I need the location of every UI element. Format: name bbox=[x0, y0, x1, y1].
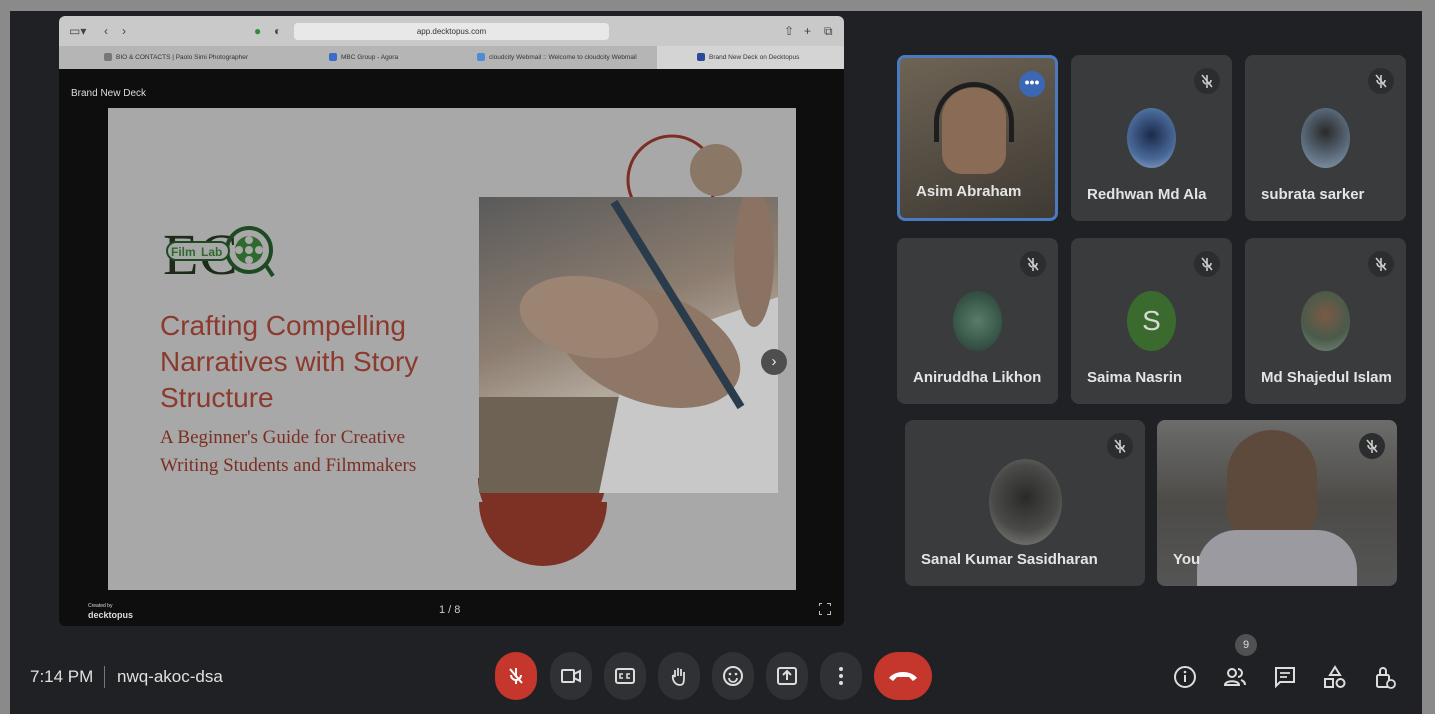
participant-tile-asim[interactable]: ••• Asim Abraham bbox=[897, 55, 1058, 221]
participant-name: subrata sarker bbox=[1261, 186, 1365, 203]
captions-icon bbox=[615, 668, 635, 684]
participant-name: You bbox=[1173, 551, 1201, 568]
avatar bbox=[989, 459, 1062, 545]
present-icon bbox=[777, 667, 797, 685]
tab-mbc-group[interactable]: MBC Group - Agora bbox=[329, 46, 459, 69]
tab-decktopus[interactable]: Brand New Deck on Decktopus bbox=[657, 46, 844, 69]
logo-film-text: Film bbox=[171, 245, 196, 259]
tab-webmail[interactable]: cloudcity Webmail :: Welcome to cloudcit… bbox=[477, 46, 657, 69]
chat-icon bbox=[1275, 667, 1295, 689]
participant-tile-redhwan[interactable]: Redhwan Md Ala bbox=[1071, 55, 1232, 221]
participant-name: Redhwan Md Ala bbox=[1087, 186, 1207, 203]
avatar bbox=[1301, 291, 1350, 351]
browser-toolbar: ▭▾ ‹ › ● ◐ app.decktopus.com ⇧ + ⧉ bbox=[59, 16, 844, 46]
mic-off-icon bbox=[1194, 68, 1220, 94]
participant-tile-subrata[interactable]: subrata sarker bbox=[1245, 55, 1406, 221]
tabs-overview-icon[interactable]: ⧉ bbox=[824, 24, 833, 38]
shared-screen: ▭▾ ‹ › ● ◐ app.decktopus.com ⇧ + ⧉ BIO &… bbox=[59, 16, 844, 626]
deck-footer: Created by decktopus 1 / 8 bbox=[59, 592, 844, 626]
mic-off-icon bbox=[509, 668, 523, 684]
new-tab-icon[interactable]: + bbox=[804, 24, 811, 38]
people-icon bbox=[1223, 668, 1246, 686]
present-button[interactable] bbox=[766, 652, 808, 700]
slide-title: Crafting Compelling Narratives with Stor… bbox=[160, 310, 419, 413]
writing-hand-photo bbox=[479, 197, 778, 493]
meet-window: ▭▾ ‹ › ● ◐ app.decktopus.com ⇧ + ⧉ BIO &… bbox=[10, 11, 1422, 714]
participant-tile-shajedul[interactable]: Md Shajedul Islam bbox=[1245, 238, 1406, 404]
emoji-icon bbox=[723, 666, 743, 686]
headphones bbox=[934, 82, 1014, 142]
more-options-icon[interactable]: ••• bbox=[1019, 71, 1045, 97]
fullscreen-icon[interactable] bbox=[818, 602, 831, 615]
activities-button[interactable] bbox=[1322, 664, 1348, 690]
mic-off-icon bbox=[1359, 433, 1385, 459]
tab-label: MBC Group - Agora bbox=[341, 54, 399, 61]
decktopus-brand: decktopus bbox=[88, 610, 134, 620]
host-controls-button[interactable] bbox=[1372, 664, 1398, 690]
back-icon[interactable]: ‹ bbox=[104, 24, 108, 38]
tab-bio-contacts[interactable]: BIO & CONTACTS | Paolo Simi Photographer bbox=[64, 46, 254, 69]
address-bar[interactable]: app.decktopus.com bbox=[294, 23, 609, 40]
share-icon[interactable]: ⇧ bbox=[784, 24, 794, 38]
mic-off-icon bbox=[1020, 251, 1046, 277]
activities-icon bbox=[1324, 665, 1346, 688]
logo-lab-text: Lab bbox=[201, 245, 222, 259]
captions-button[interactable] bbox=[604, 652, 646, 700]
mic-off-icon bbox=[1107, 433, 1133, 459]
emoji-button[interactable] bbox=[712, 652, 754, 700]
self-video-shirt bbox=[1197, 530, 1357, 586]
self-video bbox=[1227, 430, 1317, 540]
slide: E C Film Lab Crafting Compelling Narrati… bbox=[108, 108, 796, 590]
divider bbox=[104, 666, 105, 688]
avatar bbox=[1301, 108, 1350, 168]
tab-label: cloudcity Webmail :: Welcome to cloudcit… bbox=[489, 54, 637, 61]
participant-tile-aniruddha[interactable]: Aniruddha Likhon bbox=[897, 238, 1058, 404]
tab-label: Brand New Deck on Decktopus bbox=[709, 54, 800, 61]
participant-tile-saima[interactable]: S Saima Nasrin bbox=[1071, 238, 1232, 404]
more-options-button[interactable] bbox=[820, 652, 862, 700]
mic-off-icon bbox=[1368, 251, 1394, 277]
forward-icon[interactable]: › bbox=[122, 24, 126, 38]
participant-name: Asim Abraham bbox=[916, 183, 1022, 200]
raise-hand-icon bbox=[671, 668, 685, 686]
people-count-badge: 9 bbox=[1235, 634, 1257, 656]
camera-toggle-button[interactable] bbox=[550, 652, 592, 700]
participant-name: Saima Nasrin bbox=[1087, 369, 1183, 386]
mic-off-icon bbox=[1194, 251, 1220, 277]
page-indicator: 1 / 8 bbox=[439, 604, 461, 616]
created-by-decktopus: Created by decktopus bbox=[76, 600, 133, 620]
end-call-icon bbox=[889, 672, 917, 681]
chat-button[interactable] bbox=[1272, 664, 1298, 690]
more-options-icon bbox=[839, 667, 843, 685]
meeting-time: 7:14 PM bbox=[30, 667, 94, 686]
deck-title: Brand New Deck bbox=[71, 88, 147, 99]
avatar bbox=[953, 291, 1002, 351]
eco-film-lab-logo: E C Film Lab bbox=[161, 220, 281, 287]
next-slide-button[interactable]: › bbox=[761, 349, 787, 375]
participant-tile-you[interactable]: You bbox=[1157, 420, 1397, 586]
camera-icon bbox=[561, 669, 581, 683]
avatar bbox=[1127, 108, 1176, 168]
meeting-code: nwq-akoc-dsa bbox=[117, 667, 223, 686]
avatar: S bbox=[1127, 291, 1176, 351]
host-controls-icon bbox=[1376, 667, 1396, 689]
extension-icon[interactable]: ● bbox=[254, 24, 261, 38]
info-icon bbox=[1174, 666, 1196, 688]
raise-hand-button[interactable] bbox=[658, 652, 700, 700]
participant-name: Aniruddha Likhon bbox=[913, 369, 1042, 386]
mic-toggle-button[interactable] bbox=[495, 652, 537, 700]
created-by-label: Created by bbox=[88, 603, 113, 609]
browser-tabs: BIO & CONTACTS | Paolo Simi Photographer… bbox=[59, 46, 844, 69]
meeting-details-button[interactable] bbox=[1172, 664, 1198, 690]
participant-name: Md Shajedul Islam bbox=[1261, 369, 1392, 386]
shield-icon[interactable]: ◐ bbox=[274, 24, 281, 38]
people-button[interactable] bbox=[1222, 664, 1248, 690]
tab-label: BIO & CONTACTS | Paolo Simi Photographer bbox=[116, 54, 248, 61]
end-call-button[interactable] bbox=[874, 652, 932, 700]
participant-tile-sanal[interactable]: Sanal Kumar Sasidharan bbox=[905, 420, 1145, 586]
sidebar-icon[interactable]: ▭▾ bbox=[69, 24, 86, 38]
participant-name: Sanal Kumar Sasidharan bbox=[921, 551, 1098, 568]
slide-subtitle: A Beginner's Guide for Creative Writing … bbox=[160, 427, 417, 476]
mic-off-icon bbox=[1368, 68, 1394, 94]
